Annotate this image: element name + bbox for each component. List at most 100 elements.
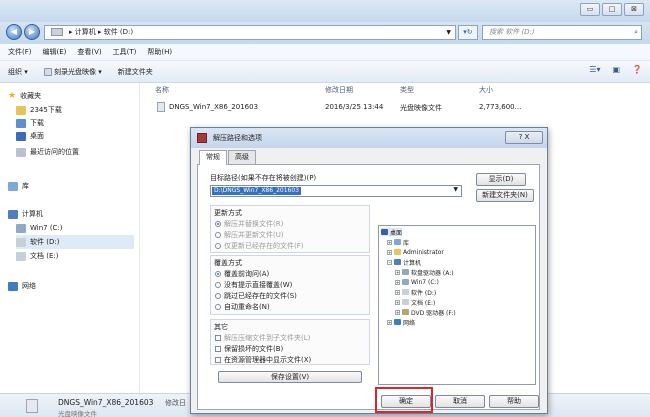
folder-tree[interactable]: 桌面 + 库 + Administrator − 计算机 + 软盘驱动器 (A:) + W… xyxy=(378,225,536,385)
minimize-button[interactable]: ▭ xyxy=(580,3,600,16)
expand-icon[interactable]: + xyxy=(387,239,392,245)
collapse-icon[interactable]: − xyxy=(387,259,392,265)
cancel-button[interactable]: 取消 xyxy=(435,395,485,408)
maximize-button[interactable]: □ xyxy=(602,3,622,16)
tree-drive-c[interactable]: + Win7 (C:) xyxy=(395,278,439,286)
radio-icon xyxy=(215,220,221,227)
burn-image-button[interactable]: 刻录光盘映像 ▾ xyxy=(43,67,102,77)
menu-edit[interactable]: 编辑(E) xyxy=(43,47,67,57)
expand-icon[interactable]: + xyxy=(387,319,392,325)
menu-help[interactable]: 帮助(H) xyxy=(147,47,172,57)
expand-icon[interactable]: + xyxy=(395,309,400,315)
close-button[interactable]: ⊠ xyxy=(624,3,644,16)
show-button[interactable]: 显示(D) xyxy=(476,173,526,186)
back-arrow-icon[interactable]: ◀ xyxy=(6,24,22,40)
show-in-explorer-checkbox[interactable]: 在资源管理器中显示文件(X) xyxy=(215,355,311,364)
column-date[interactable]: 修改日期 xyxy=(325,85,353,97)
help-button[interactable]: 帮助 xyxy=(489,395,539,408)
tree-floppy[interactable]: + 软盘驱动器 (A:) xyxy=(395,268,454,277)
option-label: 解压并更新文件(U) xyxy=(224,230,284,239)
radio-icon xyxy=(215,292,221,299)
search-input[interactable]: 搜索 软件 (D:) ⌕ xyxy=(482,25,642,40)
tree-network[interactable]: + 网络 xyxy=(387,318,415,327)
nav-item-recent[interactable]: 最近访问的位置 xyxy=(16,145,79,159)
new-folder-button[interactable]: 新建文件夹(N) xyxy=(476,189,534,202)
overwrite-skip-radio[interactable]: 跳过已经存在的文件(S) xyxy=(215,291,297,300)
update-existing-radio[interactable]: 仅更新已经存在的文件(F) xyxy=(215,241,304,250)
help-icon[interactable]: ❓ xyxy=(632,65,642,74)
tree-label: 软件 (D:) xyxy=(411,289,437,297)
nav-item-label: Win7 (C:) xyxy=(30,224,63,232)
refresh-button[interactable]: ▾↻ xyxy=(458,25,478,40)
drive-icon xyxy=(402,289,409,295)
preview-pane-icon[interactable]: ▣ xyxy=(612,65,620,74)
tree-drive-d[interactable]: + 软件 (D:) xyxy=(395,288,437,297)
nav-drive-e[interactable]: 文档 (E:) xyxy=(16,249,58,263)
menu-tools[interactable]: 工具(T) xyxy=(113,47,137,57)
tree-dvd[interactable]: + DVD 驱动器 (F:) xyxy=(395,308,456,317)
tab-advanced[interactable]: 高级 xyxy=(228,150,256,164)
expand-icon[interactable]: + xyxy=(395,279,400,285)
expand-icon[interactable]: + xyxy=(395,269,400,275)
tree-library[interactable]: + 库 xyxy=(387,238,410,247)
network-icon xyxy=(394,319,401,325)
search-icon[interactable]: ⌕ xyxy=(634,26,638,39)
overwrite-rename-radio[interactable]: 自动重命名(N) xyxy=(215,302,270,311)
nav-computer[interactable]: 计算机 xyxy=(8,207,43,221)
organize-button[interactable]: 组织 ▾ xyxy=(8,67,28,77)
address-row: ◀ ▶ ▸ 计算机 ▸ 软件 (D:) ▼ ▾↻ 搜索 软件 (D:) ⌕ xyxy=(0,22,650,44)
option-label: 解压压缩文件到子文件夹(L) xyxy=(224,333,311,342)
expand-icon[interactable]: + xyxy=(395,289,400,295)
nav-item-2345download[interactable]: 2345下载 xyxy=(16,103,62,117)
column-size[interactable]: 大小 xyxy=(479,85,493,97)
tree-label: 库 xyxy=(403,239,410,247)
radio-icon xyxy=(215,303,221,310)
nav-item-label: 2345下载 xyxy=(30,106,62,114)
nav-drive-c[interactable]: Win7 (C:) xyxy=(16,221,63,235)
tree-drive-e[interactable]: + 文档 (E:) xyxy=(395,298,435,307)
file-row[interactable]: DNGS_Win7_X86_201603 2016/3/25 13:44 光盘映… xyxy=(155,100,650,117)
nav-network-label: 网络 xyxy=(22,282,36,290)
keep-broken-checkbox[interactable]: 保留损坏的文件(B) xyxy=(215,344,283,353)
update-fresh-radio[interactable]: 解压并更新文件(U) xyxy=(215,230,284,239)
view-options-icon[interactable]: ☰▾ xyxy=(589,65,600,74)
option-label: 自动重命名(N) xyxy=(224,302,270,311)
expand-icon[interactable]: + xyxy=(387,249,392,255)
forward-arrow-icon[interactable]: ▶ xyxy=(24,24,40,40)
dest-path-combobox[interactable]: D:\DNGS_Win7_X86_201603 ▼ xyxy=(210,185,462,197)
nav-item-desktop[interactable]: 桌面 xyxy=(16,129,44,143)
details-file-type: 光盘映像文件 xyxy=(58,410,97,417)
address-bar[interactable]: ▸ 计算机 ▸ 软件 (D:) ▼ xyxy=(44,25,456,40)
menu-file[interactable]: 文件(F) xyxy=(8,47,32,57)
tree-computer[interactable]: − 计算机 xyxy=(387,258,421,267)
expand-icon[interactable]: + xyxy=(395,299,400,305)
overwrite-mode-group: 覆盖方式 覆盖前询问(A) 没有提示直接覆盖(W) 跳过已经存在的文件(S) 自… xyxy=(210,255,370,315)
dialog-close-button[interactable]: ? X xyxy=(505,131,543,144)
menu-view[interactable]: 查看(V) xyxy=(77,47,101,57)
tab-general[interactable]: 常规 xyxy=(199,150,227,165)
new-folder-button[interactable]: 新建文件夹 xyxy=(118,67,153,77)
nav-network[interactable]: 网络 xyxy=(8,279,36,293)
winrar-icon xyxy=(197,133,207,143)
chevron-down-icon[interactable]: ▼ xyxy=(446,26,451,39)
extract-subfolder-checkbox[interactable]: 解压压缩文件到子文件夹(L) xyxy=(215,333,310,342)
overwrite-silent-radio[interactable]: 没有提示直接覆盖(W) xyxy=(215,280,292,289)
overwrite-mode-label: 覆盖方式 xyxy=(214,259,242,267)
column-name[interactable]: 名称 xyxy=(155,85,169,97)
update-replace-radio[interactable]: 解压并替换文件(R) xyxy=(215,219,283,228)
overwrite-ask-radio[interactable]: 覆盖前询问(A) xyxy=(215,269,269,278)
nav-favorites[interactable]: ★ 收藏夹 xyxy=(8,89,41,103)
radio-icon xyxy=(215,270,221,277)
nav-library[interactable]: 库 xyxy=(8,179,29,193)
tree-administrator[interactable]: + Administrator xyxy=(387,248,444,256)
dvd-icon xyxy=(402,309,409,315)
save-settings-button[interactable]: 保存设置(V) xyxy=(218,371,362,383)
chevron-down-icon[interactable]: ▼ xyxy=(453,186,458,193)
misc-options-group: 其它 解压压缩文件到子文件夹(L) 保留损坏的文件(B) 在资源管理器中显示文件… xyxy=(210,319,370,365)
tree-desktop[interactable]: 桌面 xyxy=(381,228,403,237)
dest-path-value: D:\DNGS_Win7_X86_201603 xyxy=(212,187,301,195)
nav-drive-d[interactable]: 软件 (D:) xyxy=(16,235,134,249)
update-mode-group: 更新方式 解压并替换文件(R) 解压并更新文件(U) 仅更新已经存在的文件(F) xyxy=(210,205,370,253)
nav-item-downloads[interactable]: 下载 xyxy=(16,116,44,130)
column-type[interactable]: 类型 xyxy=(400,85,414,97)
